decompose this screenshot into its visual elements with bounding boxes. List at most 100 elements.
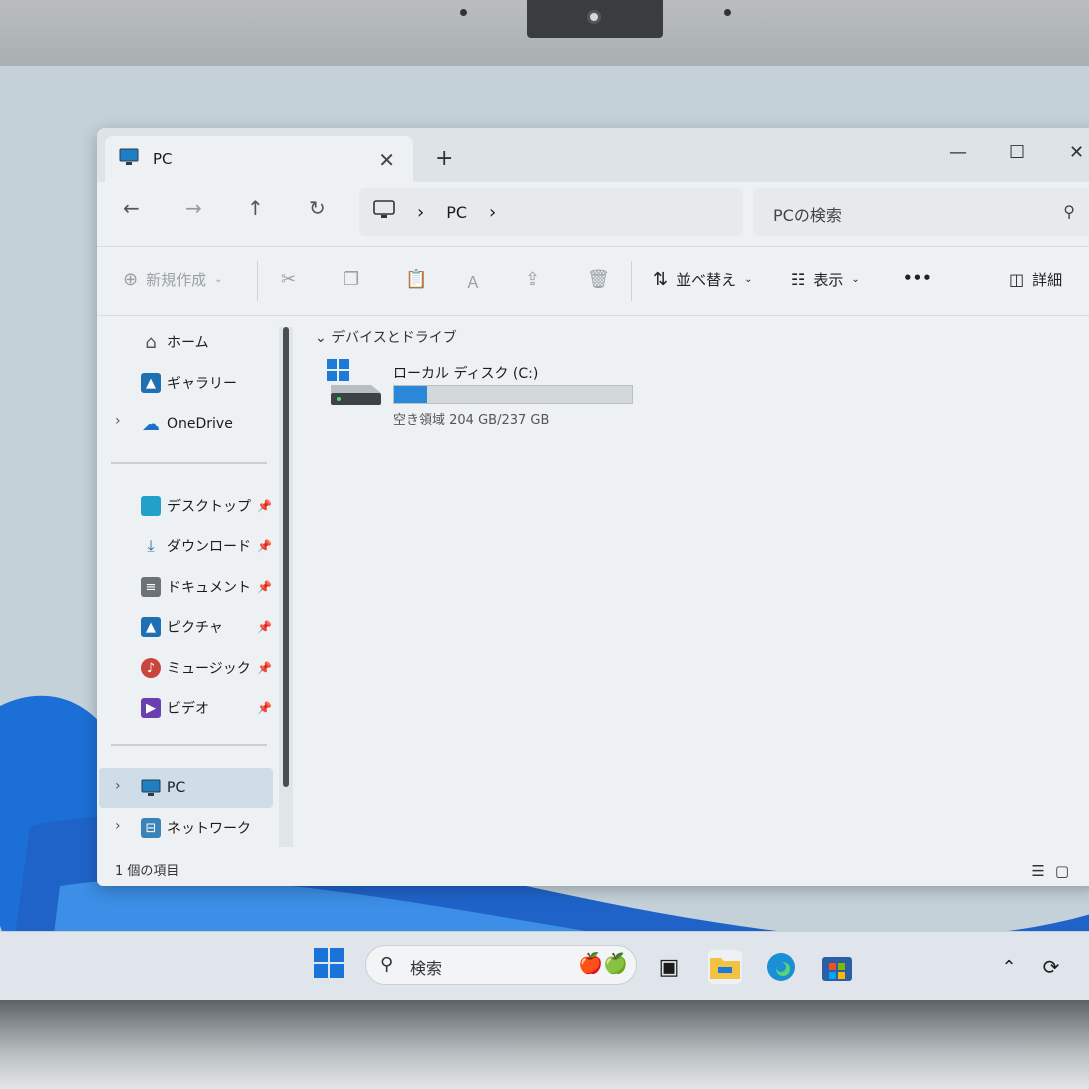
divider <box>631 261 632 301</box>
tab-bar: PC ✕ + — ☐ ✕ <box>97 128 1089 182</box>
store-icon[interactable] <box>820 950 854 984</box>
view-toggle-icons[interactable]: ☰▢ <box>1031 862 1079 880</box>
sidebar-item-gallery[interactable]: ▲ ギャラリー <box>141 368 237 398</box>
tab-pc[interactable]: PC ✕ <box>105 136 413 182</box>
new-tab-button[interactable]: + <box>435 148 453 170</box>
up-button[interactable]: ↑ <box>247 196 264 220</box>
view-button[interactable]: ☷ 表示 ⌄ <box>791 269 860 290</box>
sidebar-item-onedrive[interactable]: ☁ OneDrive <box>141 409 233 439</box>
scrollbar-thumb[interactable] <box>283 327 289 787</box>
paste-icon[interactable]: 📋 <box>405 269 427 290</box>
maximize-button[interactable]: ☐ <box>1009 142 1025 163</box>
command-bar: ⊕ 新規作成 ⌄ ✂ ❐ 📋 Ａ ⇪ 🗑 ⇅ 並べ替え ⌄ ☷ 表示 ⌄ •••… <box>97 246 1089 316</box>
copy-icon[interactable]: ❐ <box>343 269 359 290</box>
task-view-icon[interactable]: ▣ <box>652 950 686 984</box>
gallery-icon: ▲ <box>141 373 161 393</box>
back-button[interactable]: ← <box>123 196 140 220</box>
drive-usage-fill <box>394 386 428 403</box>
sidebar-item-label: デスクトップ <box>167 499 251 515</box>
group-header[interactable]: ⌄ デバイスとドライブ <box>315 327 457 347</box>
sidebar-item-home[interactable]: ⌂ ホーム <box>141 327 209 357</box>
hard-drive-icon <box>327 359 383 411</box>
minimize-button[interactable]: — <box>949 142 967 163</box>
laptop-bezel-bottom <box>0 1000 1089 1089</box>
more-options-button[interactable]: ••• <box>903 269 932 287</box>
new-button[interactable]: ⊕ 新規作成 ⌄ <box>123 269 223 290</box>
file-explorer-icon[interactable] <box>708 950 742 984</box>
sidebar-scrollbar[interactable] <box>279 327 293 847</box>
search-icon: ⚲ <box>1063 202 1075 221</box>
divider <box>257 261 258 301</box>
home-icon: ⌂ <box>145 331 157 353</box>
sidebar-item-label: ホーム <box>167 335 209 351</box>
monitor-icon <box>373 200 395 224</box>
sidebar-item-label: PC <box>167 780 186 796</box>
sidebar-item-desktop[interactable]: デスクトップ <box>141 491 251 521</box>
rename-icon[interactable]: Ａ <box>465 269 481 293</box>
start-icon[interactable] <box>312 946 346 980</box>
details-view-icon[interactable]: ☰ <box>1031 862 1054 880</box>
sidebar-item-pictures[interactable]: ▲ ピクチャ <box>141 612 223 642</box>
search-icon: ⚲ <box>380 954 394 975</box>
plus-circle-icon: ⊕ <box>123 269 139 290</box>
music-icon: ♪ <box>141 658 161 678</box>
tab-title: PC <box>153 150 173 168</box>
expand-chevron-icon[interactable]: › <box>115 413 121 429</box>
cut-icon[interactable]: ✂ <box>281 269 296 290</box>
sidebar-item-videos[interactable]: ▶ ビデオ <box>141 693 209 723</box>
sidebar-item-label: ミュージック <box>167 661 251 677</box>
chevron-down-icon: ⌄ <box>315 330 327 346</box>
pin-icon[interactable]: 📌 <box>257 701 272 715</box>
video-icon: ▶ <box>141 698 161 718</box>
edge-icon[interactable] <box>764 950 798 984</box>
sidebar-item-label: ギャラリー <box>167 376 237 392</box>
close-tab-icon[interactable]: ✕ <box>378 148 395 172</box>
close-window-button[interactable]: ✕ <box>1069 142 1084 163</box>
status-item-count: 1 個の項目 <box>115 864 180 879</box>
update-icon[interactable]: ⟳ <box>1034 950 1068 984</box>
taskbar-search[interactable]: ⚲ 検索 🍎🍏 <box>365 945 637 985</box>
sort-button[interactable]: ⇅ 並べ替え ⌄ <box>653 269 753 290</box>
pin-icon[interactable]: 📌 <box>257 580 272 594</box>
drive-item-c[interactable]: ローカル ディスク (C:) 空き領域 204 GB/237 GB <box>327 359 647 429</box>
chevron-right-icon: › <box>417 201 425 223</box>
sidebar-item-network[interactable]: ⊟ ネットワーク <box>141 813 251 843</box>
sidebar-item-downloads[interactable]: ⤓ ダウンロード <box>141 531 251 561</box>
pin-icon[interactable]: 📌 <box>257 620 272 634</box>
selected-highlight <box>99 768 273 808</box>
drive-usage-bar <box>393 385 633 404</box>
forward-button[interactable]: → <box>185 196 202 220</box>
tiles-view-icon[interactable]: ▢ <box>1055 862 1079 880</box>
address-bar[interactable]: › PC › <box>359 188 743 236</box>
chevron-up-icon[interactable]: ⌃ <box>992 950 1026 984</box>
search-box[interactable]: PCの検索 ⚲ <box>753 188 1089 236</box>
bezel-sensor <box>460 9 467 16</box>
pin-icon[interactable]: 📌 <box>257 499 272 513</box>
pin-icon[interactable]: 📌 <box>257 539 272 553</box>
webcam-lens <box>587 10 601 24</box>
pin-icon[interactable]: 📌 <box>257 661 272 675</box>
divider <box>111 744 267 746</box>
file-explorer-window: PC ✕ + — ☐ ✕ ← → ↑ ↻ › PC › PCの検索 ⚲ ⊕ 新規… <box>97 128 1089 886</box>
delete-icon[interactable]: 🗑 <box>587 269 610 290</box>
content-pane: ⌄ デバイスとドライブ ローカル ディスク (C:) 空き領域 204 GB/2… <box>297 317 1089 857</box>
divider <box>111 462 267 464</box>
expand-chevron-icon[interactable]: › <box>115 818 121 834</box>
chevron-right-icon[interactable]: › <box>489 202 496 223</box>
search-highlight-icon: 🍎🍏 <box>578 951 628 975</box>
chevron-down-icon: ⌄ <box>744 274 753 285</box>
sidebar-item-pc[interactable]: PC <box>141 773 185 803</box>
sidebar-item-label: ネットワーク <box>167 821 251 837</box>
breadcrumb-pc[interactable]: PC <box>446 203 467 222</box>
sidebar-item-documents[interactable]: ≡ ドキュメント <box>141 572 251 602</box>
picture-icon: ▲ <box>141 617 161 637</box>
sidebar-item-label: OneDrive <box>167 416 233 432</box>
share-icon[interactable]: ⇪ <box>525 269 540 290</box>
details-button[interactable]: ◫ 詳細 <box>1009 269 1062 290</box>
expand-chevron-icon[interactable]: › <box>115 778 121 794</box>
sidebar-item-music[interactable]: ♪ ミュージック <box>141 653 251 683</box>
navigation-bar: ← → ↑ ↻ › PC › PCの検索 ⚲ <box>97 182 1089 242</box>
refresh-button[interactable]: ↻ <box>309 196 326 220</box>
search-placeholder: PCの検索 <box>773 206 842 225</box>
taskbar: ⚲ 検索 🍎🍏 ▣ ⌃ ⟳ <box>0 931 1089 1000</box>
